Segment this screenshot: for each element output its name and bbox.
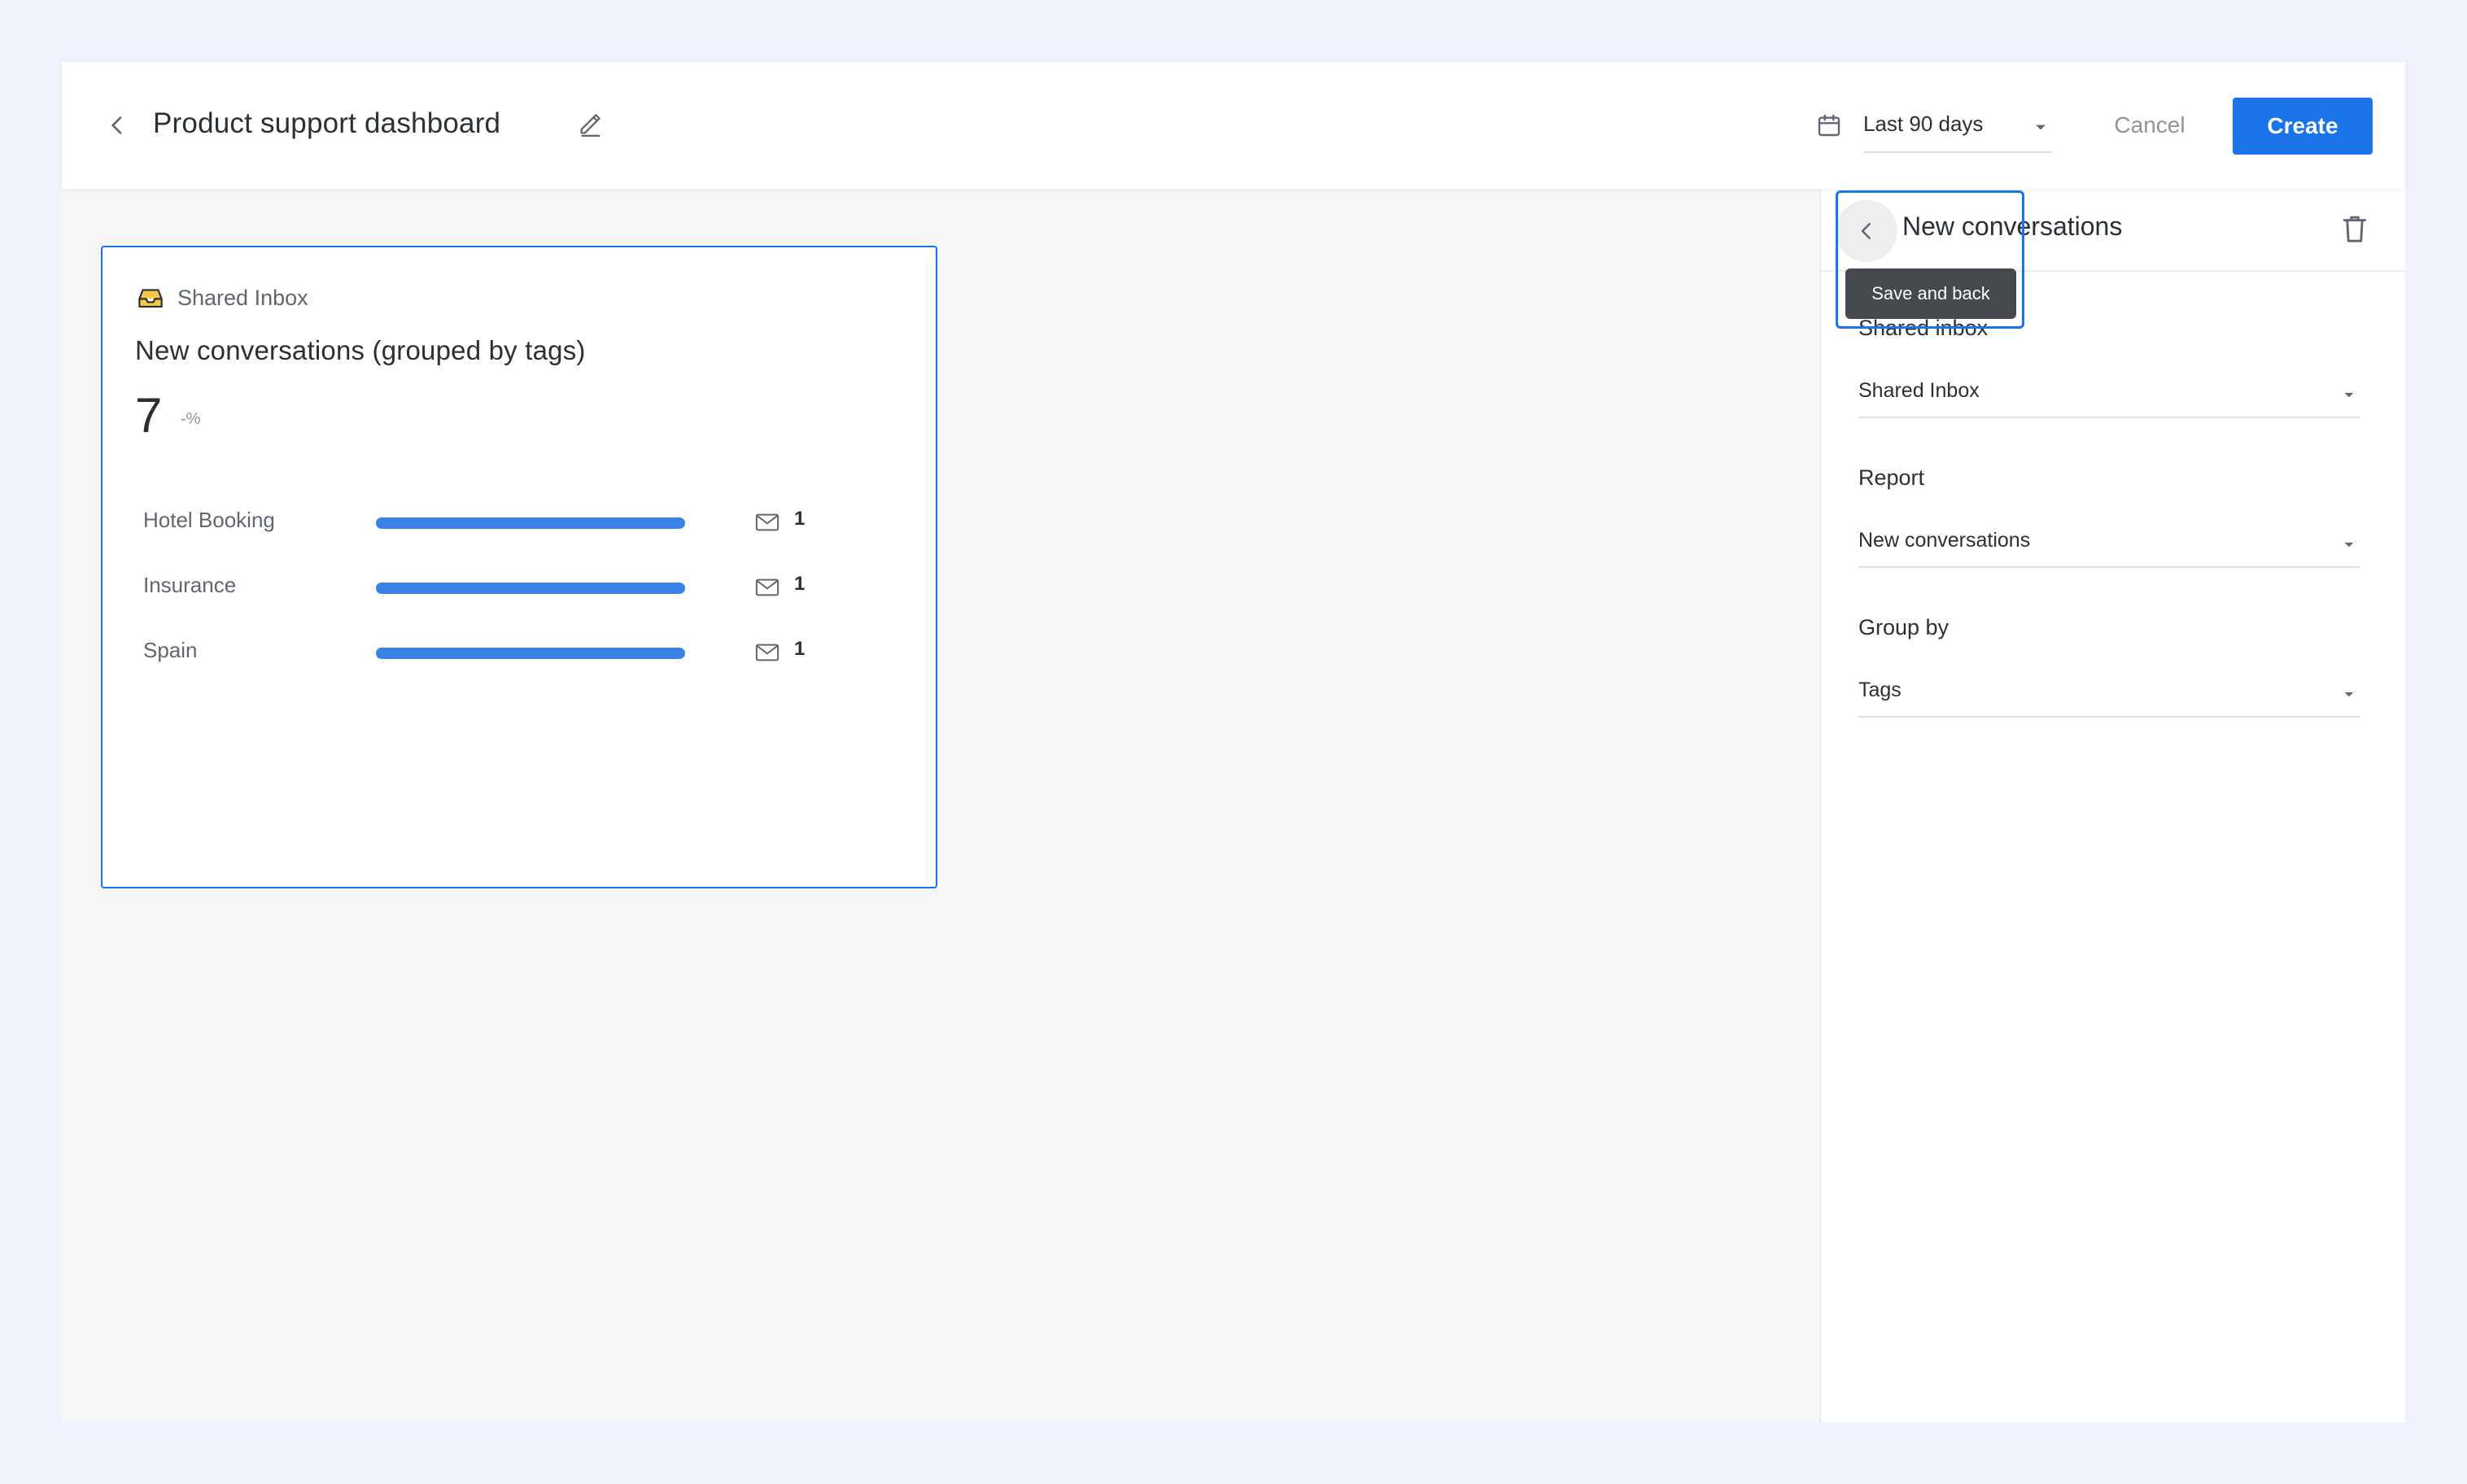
- save-and-back-button[interactable]: [1836, 200, 1897, 262]
- group-by-select[interactable]: Tags: [1858, 672, 2360, 718]
- back-button[interactable]: [94, 103, 140, 148]
- widget-source: Shared Inbox: [137, 283, 308, 312]
- tag-label: Hotel Booking: [143, 508, 275, 532]
- tag-rows: Hotel Booking 1 Insurance 1 Spain 1: [143, 491, 875, 687]
- shared-inbox-value: Shared Inbox: [1858, 379, 1980, 402]
- report-label: Report: [1858, 465, 1925, 490]
- mail-icon: [755, 644, 779, 661]
- inbox-icon: [138, 289, 163, 308]
- caret-down-icon: [2344, 542, 2354, 548]
- report-field: Report New conversations: [1858, 465, 2360, 568]
- tag-row: Hotel Booking 1: [143, 491, 875, 556]
- trash-icon: [2343, 216, 2367, 242]
- report-value: New conversations: [1858, 529, 2031, 552]
- cancel-button[interactable]: Cancel: [2096, 103, 2203, 148]
- tag-row: Spain 1: [143, 622, 875, 687]
- tag-bar: [376, 517, 685, 529]
- group-by-label: Group by: [1858, 615, 1950, 639]
- widget-settings-panel: New conversations Shared inbox Shared In…: [1819, 189, 2407, 1422]
- top-bar: Product support dashboard Last 90 days C…: [62, 62, 2405, 189]
- widget-value: 7: [135, 388, 163, 443]
- shared-inbox-label: Shared inbox: [1858, 316, 1989, 340]
- tag-count: 1: [794, 638, 806, 660]
- mail-icon: [755, 578, 779, 596]
- widget-delta: -%: [181, 410, 201, 428]
- widget-source-label: Shared Inbox: [177, 285, 308, 310]
- caret-down-icon: [2344, 692, 2354, 697]
- tag-count: 1: [794, 573, 806, 595]
- pencil-icon: [580, 114, 600, 137]
- caret-down-icon: [2344, 392, 2354, 398]
- panel-header: New conversations: [1821, 189, 2407, 272]
- tag-row: Insurance 1: [143, 556, 875, 622]
- edit-title-button[interactable]: [571, 104, 610, 143]
- chevron-left-icon: [1861, 223, 1871, 239]
- page-title: Product support dashboard: [153, 107, 501, 139]
- dashboard-window: Product support dashboard Last 90 days C…: [62, 62, 2407, 1422]
- mail-icon: [755, 513, 779, 531]
- caret-down-icon: [2036, 124, 2046, 130]
- widget-title: New conversations (grouped by tags): [135, 335, 586, 365]
- delete-widget-button[interactable]: [2334, 208, 2376, 251]
- calendar-icon: [1813, 109, 1845, 142]
- chevron-left-icon: [111, 116, 122, 134]
- tag-count: 1: [794, 508, 806, 530]
- group-by-value: Tags: [1858, 679, 1902, 701]
- create-button[interactable]: Create: [2233, 98, 2373, 155]
- date-range-select[interactable]: Last 90 days: [1863, 104, 2052, 153]
- date-range-value: Last 90 days: [1863, 111, 1984, 136]
- group-by-field: Group by Tags: [1858, 615, 2360, 718]
- tag-bar: [376, 583, 685, 594]
- widget-card[interactable]: Shared Inbox New conversations (grouped …: [101, 246, 937, 888]
- panel-title: New conversations: [1902, 212, 2123, 241]
- shared-inbox-field: Shared inbox Shared Inbox: [1858, 316, 2360, 418]
- save-and-back-tooltip: Save and back: [1845, 268, 2016, 319]
- tag-label: Insurance: [143, 573, 237, 597]
- report-select[interactable]: New conversations: [1858, 522, 2360, 568]
- tag-bar: [376, 648, 685, 659]
- shared-inbox-select[interactable]: Shared Inbox: [1858, 373, 2360, 418]
- tag-label: Spain: [143, 638, 198, 662]
